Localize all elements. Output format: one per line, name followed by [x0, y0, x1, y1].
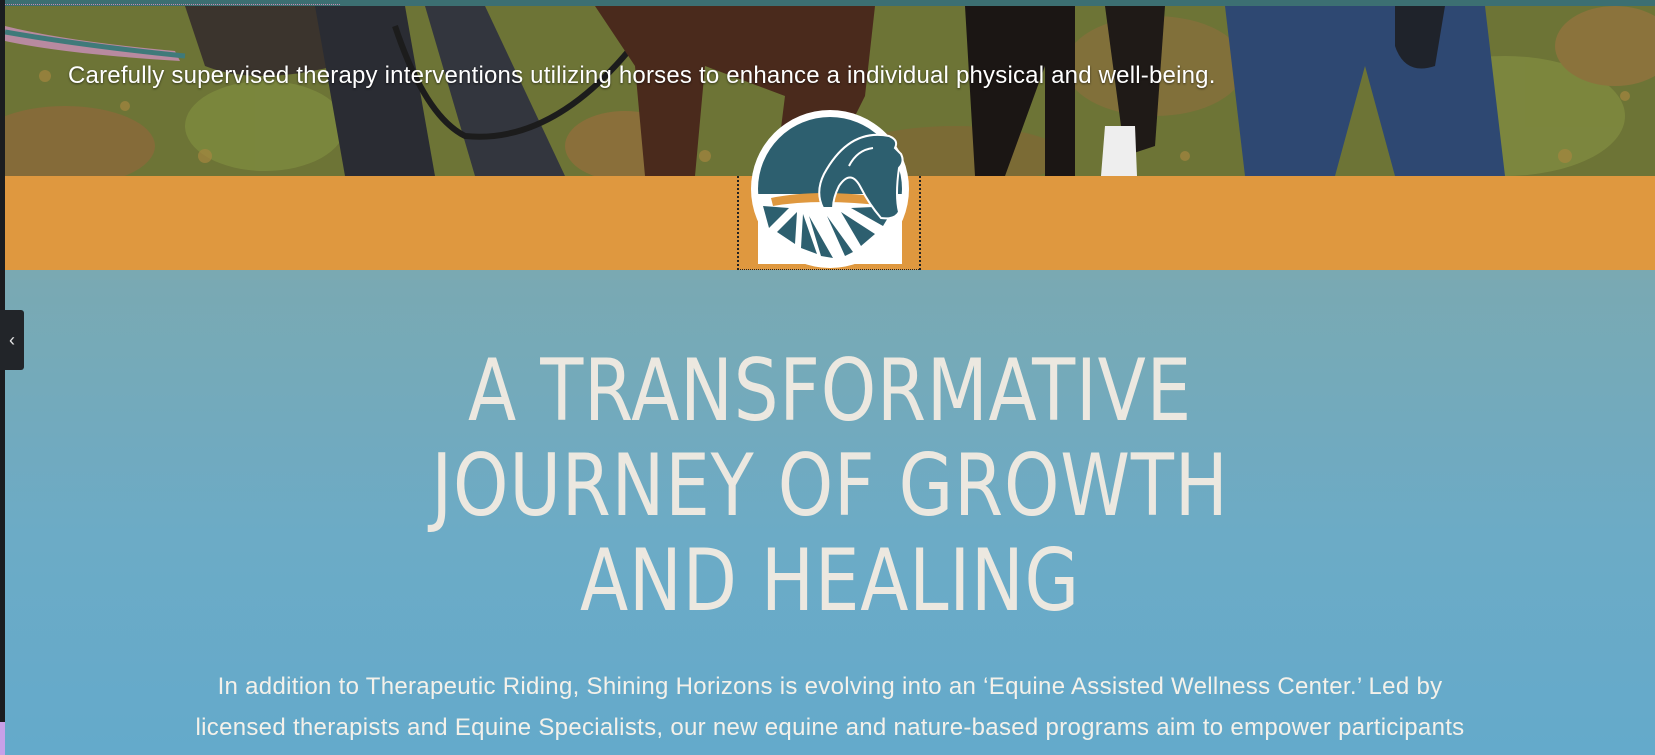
page: Carefully supervised therapy interventio…: [5, 0, 1655, 755]
sidebar-toggle-button[interactable]: ‹: [0, 310, 24, 370]
body-line-2: licensed therapists and Equine Specialis…: [195, 714, 1465, 741]
hero-caption: Carefully supervised therapy interventio…: [68, 62, 1216, 89]
headline-line-3: AND HEALING: [579, 531, 1081, 631]
intro-section: A TRANSFORMATIVE JOURNEY OF GROWTH AND H…: [5, 270, 1655, 755]
shining-horizons-logo[interactable]: [749, 108, 911, 270]
corner-marker: [0, 722, 5, 755]
headline-line-1: A TRANSFORMATIVE: [467, 341, 1193, 441]
headline-line-2: JOURNEY OF GROWTH: [431, 436, 1229, 536]
selection-outline: [5, 0, 340, 5]
section-headline: A TRANSFORMATIVE JOURNEY OF GROWTH AND H…: [154, 344, 1507, 629]
body-line-1: In addition to Therapeutic Riding, Shini…: [217, 673, 1443, 700]
section-body: In addition to Therapeutic Riding, Shini…: [125, 666, 1535, 748]
chevron-left-icon: ‹: [9, 330, 15, 350]
